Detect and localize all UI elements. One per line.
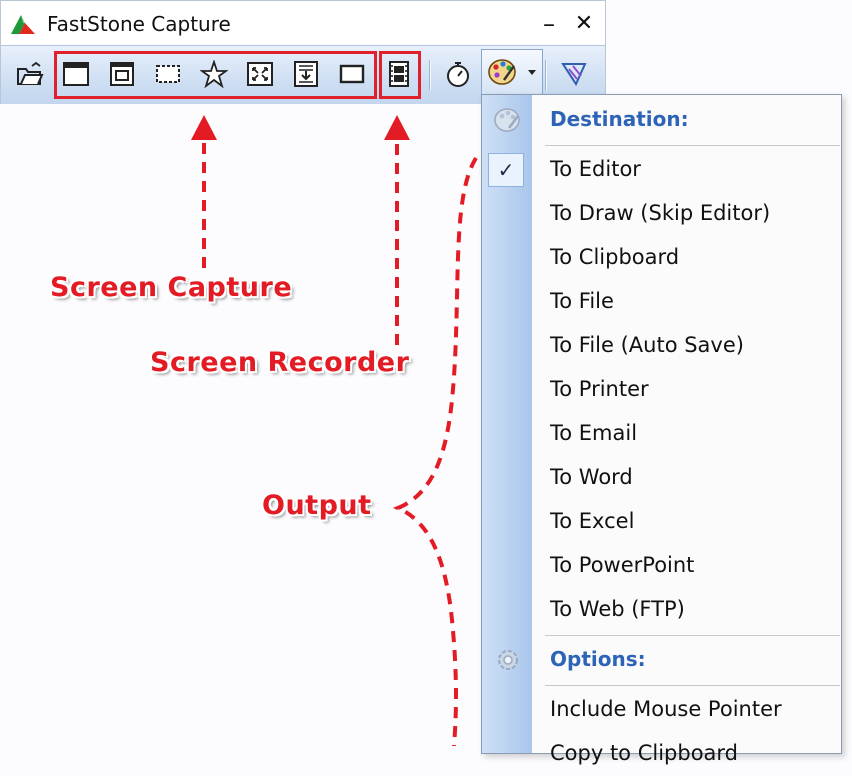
destination-header-row: Destination: bbox=[482, 98, 841, 142]
menu-item-label: To Clipboard bbox=[550, 245, 680, 269]
menu-item-label: To Web (FTP) bbox=[550, 597, 685, 621]
menu-item-label: To Editor bbox=[550, 157, 641, 181]
menu-item-label: To Draw (Skip Editor) bbox=[550, 201, 771, 225]
menu-item-to-file-auto-save[interactable]: To File (Auto Save) bbox=[482, 324, 841, 368]
menu-divider bbox=[545, 145, 840, 146]
menu-item-label: To File (Auto Save) bbox=[550, 333, 744, 357]
destination-menu: Destination: ✓ To Editor To Draw (Skip E… bbox=[481, 94, 842, 765]
menu-item-label: To File bbox=[550, 289, 614, 313]
destination-palette-icon bbox=[494, 108, 520, 132]
output-brace bbox=[392, 156, 478, 746]
menu-item-copy-to-clipboard[interactable]: Copy to Clipboard bbox=[482, 732, 841, 776]
options-gear-icon bbox=[498, 650, 518, 670]
menu-item-to-editor[interactable]: ✓ To Editor bbox=[482, 148, 841, 192]
options-header: Options: bbox=[550, 647, 646, 671]
screen-recorder-arrowhead bbox=[384, 115, 410, 140]
destination-header: Destination: bbox=[550, 107, 689, 131]
menu-item-to-clipboard[interactable]: To Clipboard bbox=[482, 236, 841, 280]
menu-item-to-excel[interactable]: To Excel bbox=[482, 500, 841, 544]
menu-item-label: To Email bbox=[550, 421, 638, 445]
checkmark-icon: ✓ bbox=[488, 153, 524, 187]
menu-item-to-web-ftp[interactable]: To Web (FTP) bbox=[482, 588, 841, 632]
menu-item-label: To Excel bbox=[550, 509, 635, 533]
menu-item-to-draw[interactable]: To Draw (Skip Editor) bbox=[482, 192, 841, 236]
menu-item-label: To Printer bbox=[550, 377, 649, 401]
menu-item-label: To Word bbox=[550, 465, 633, 489]
menu-divider bbox=[545, 685, 840, 686]
menu-divider bbox=[545, 635, 840, 636]
options-header-row: Options: bbox=[482, 638, 841, 682]
menu-item-to-powerpoint[interactable]: To PowerPoint bbox=[482, 544, 841, 588]
menu-item-to-printer[interactable]: To Printer bbox=[482, 368, 841, 412]
menu-item-to-email[interactable]: To Email bbox=[482, 412, 841, 456]
menu-item-include-mouse-pointer[interactable]: Include Mouse Pointer bbox=[482, 688, 841, 732]
menu-item-label: Include Mouse Pointer bbox=[550, 697, 782, 721]
screen-capture-label: Screen Capture bbox=[50, 272, 293, 303]
menu-item-to-file[interactable]: To File bbox=[482, 280, 841, 324]
menu-item-to-word[interactable]: To Word bbox=[482, 456, 841, 500]
screen-recorder-label: Screen Recorder bbox=[150, 347, 410, 378]
menu-item-label: To PowerPoint bbox=[550, 553, 695, 577]
screen-capture-arrowhead bbox=[191, 115, 217, 140]
output-label: Output bbox=[262, 490, 372, 521]
menu-item-label: Copy to Clipboard bbox=[550, 741, 739, 765]
